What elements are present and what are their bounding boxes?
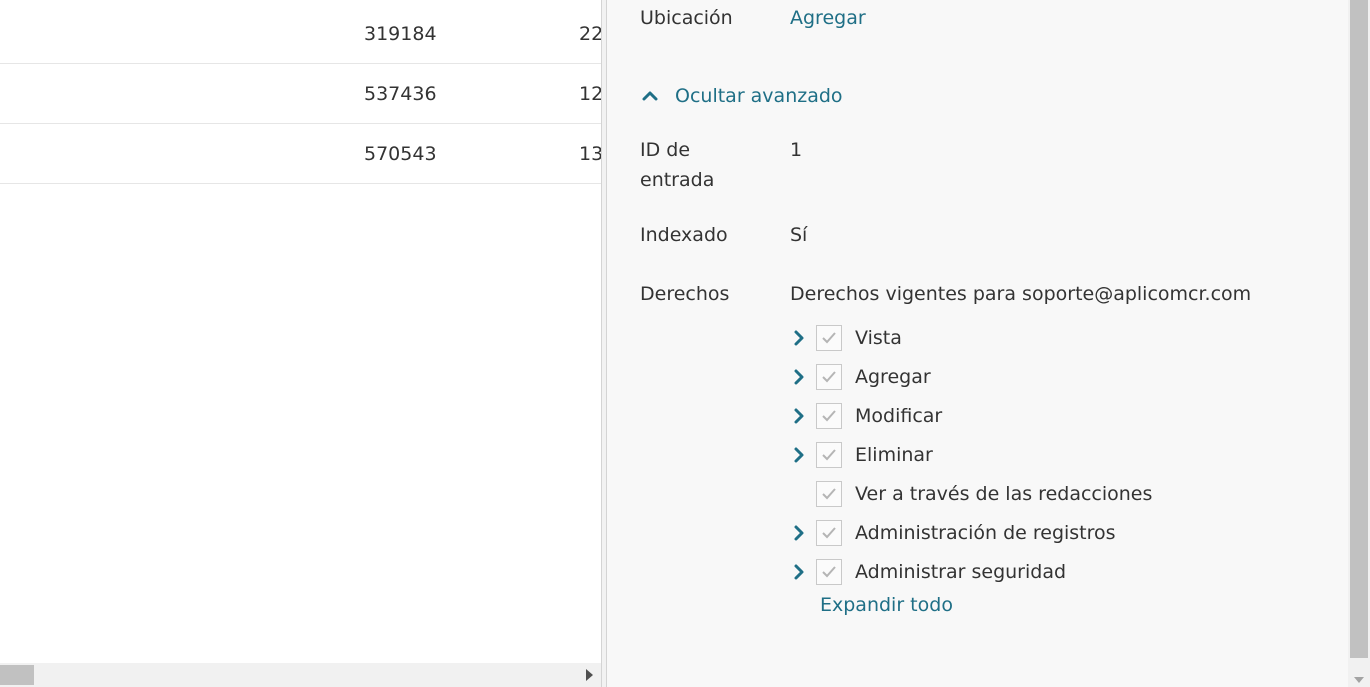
- expand-all-link[interactable]: Expandir todo: [820, 590, 953, 620]
- check-icon: [822, 487, 836, 499]
- chevron-right-icon[interactable]: [790, 446, 808, 464]
- right-label: Agregar: [855, 365, 931, 388]
- table-cell: 13: [579, 142, 601, 165]
- table-row[interactable]: 319184 22: [0, 4, 601, 64]
- indexed-label: Indexado: [640, 224, 728, 246]
- right-label: Vista: [855, 326, 902, 349]
- right-label: Administración de registros: [855, 521, 1116, 544]
- table-row[interactable]: 570543 13: [0, 124, 601, 184]
- check-icon: [822, 331, 836, 343]
- vertical-scrollbar[interactable]: [1348, 0, 1370, 687]
- scroll-right-arrow-icon[interactable]: [586, 669, 593, 681]
- rights-label: Derechos: [640, 283, 730, 305]
- table-cell: 570543: [364, 142, 437, 165]
- chevron-right-icon[interactable]: [790, 407, 808, 425]
- hide-advanced-label: Ocultar avanzado: [675, 85, 843, 107]
- scroll-down-arrow-icon[interactable]: [1354, 677, 1364, 683]
- rights-heading: Derechos vigentes para soporte@aplicomcr…: [790, 283, 1252, 305]
- check-icon: [822, 448, 836, 460]
- right-item-vista: Vista: [790, 318, 1152, 357]
- chevron-up-icon: [642, 91, 658, 101]
- app-window: 319184 22 537436 12 570543 13 Ubicación …: [0, 0, 1370, 687]
- right-label: Eliminar: [855, 443, 933, 466]
- table-cell: 537436: [364, 82, 437, 105]
- check-icon: [822, 409, 836, 421]
- table-cell: 22: [579, 22, 601, 45]
- location-label: Ubicación: [640, 7, 733, 29]
- entry-id-value: 1: [790, 139, 803, 161]
- right-item-modificar: Modificar: [790, 396, 1152, 435]
- indexed-value: Sí: [790, 224, 808, 246]
- right-item-ver-redacciones: Ver a través de las redacciones: [790, 474, 1152, 513]
- right-checkbox[interactable]: [816, 519, 842, 546]
- entry-id-label: ID de entrada: [640, 139, 715, 191]
- right-label: Ver a través de las redacciones: [855, 482, 1153, 505]
- rights-list: Vista Agregar Modificar Eliminar Ver a t…: [790, 318, 1152, 591]
- results-table: 319184 22 537436 12 570543 13: [0, 0, 601, 687]
- chevron-right-icon[interactable]: [790, 524, 808, 542]
- details-pane: Ubicación Agregar Ocultar avanzado ID de…: [607, 0, 1348, 687]
- right-checkbox[interactable]: [816, 558, 842, 585]
- chevron-right-icon[interactable]: [790, 368, 808, 386]
- right-checkbox[interactable]: [816, 402, 842, 429]
- add-location-link[interactable]: Agregar: [790, 3, 866, 33]
- right-checkbox[interactable]: [816, 480, 842, 507]
- right-item-admin-seguridad: Administrar seguridad: [790, 552, 1152, 591]
- right-checkbox[interactable]: [816, 324, 842, 351]
- right-checkbox[interactable]: [816, 363, 842, 390]
- scrollbar-thumb[interactable]: [0, 665, 34, 685]
- right-checkbox[interactable]: [816, 441, 842, 468]
- table-cell: 319184: [364, 22, 437, 45]
- chevron-right-icon[interactable]: [790, 563, 808, 581]
- right-item-eliminar: Eliminar: [790, 435, 1152, 474]
- hide-advanced-toggle[interactable]: Ocultar avanzado: [640, 81, 843, 111]
- horizontal-scrollbar[interactable]: [0, 663, 601, 687]
- check-icon: [822, 370, 836, 382]
- table-cell: 12: [579, 82, 601, 105]
- right-label: Administrar seguridad: [855, 560, 1067, 583]
- table-row[interactable]: 537436 12: [0, 64, 601, 124]
- right-item-agregar: Agregar: [790, 357, 1152, 396]
- check-icon: [822, 526, 836, 538]
- scrollbar-thumb[interactable]: [1350, 0, 1368, 658]
- right-item-admin-registros: Administración de registros: [790, 513, 1152, 552]
- chevron-right-icon[interactable]: [790, 329, 808, 347]
- right-label: Modificar: [855, 404, 943, 427]
- check-icon: [822, 565, 836, 577]
